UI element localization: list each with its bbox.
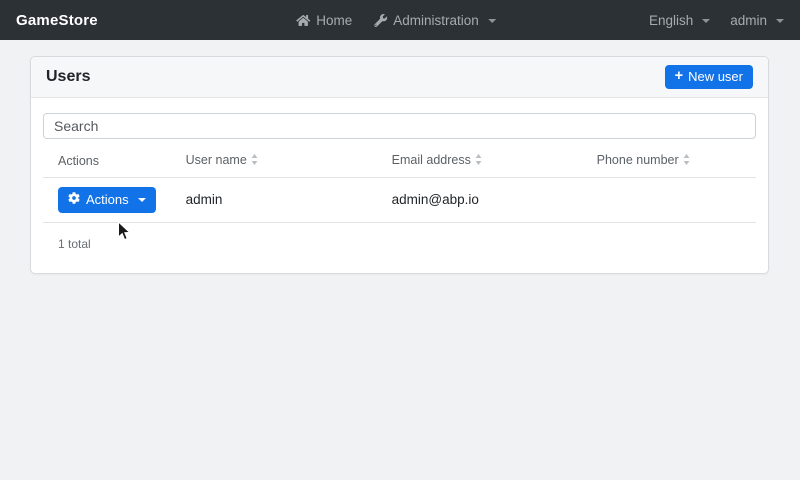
search-input[interactable] <box>43 113 756 139</box>
current-user-label: admin <box>730 12 767 28</box>
column-header-phone[interactable]: Phone number <box>581 145 756 178</box>
nav-item-label: Administration <box>393 12 479 28</box>
table-header-row: Actions User name Email address Phone nu… <box>43 145 756 178</box>
column-header-email[interactable]: Email address <box>376 145 582 178</box>
main-nav: Home Administration <box>296 13 496 28</box>
nav-item-home[interactable]: Home <box>296 13 352 28</box>
row-actions-label: Actions <box>86 192 129 207</box>
row-user-name: admin <box>170 177 377 223</box>
users-card-body: Actions User name Email address Phone nu… <box>31 98 768 273</box>
top-navbar: GameStore Home Administration English ad… <box>0 0 800 40</box>
language-dropdown[interactable]: English <box>648 12 711 28</box>
row-actions-button[interactable]: Actions <box>58 187 156 213</box>
row-email: admin@abp.io <box>376 177 582 223</box>
nav-item-administration[interactable]: Administration <box>374 13 496 28</box>
page-title: Users <box>46 68 91 85</box>
users-card: Users + New user Actions Use <box>30 56 769 274</box>
caret-down-icon <box>702 19 711 23</box>
row-actions-cell: Actions <box>43 177 171 223</box>
users-table: Actions User name Email address Phone nu… <box>43 145 756 223</box>
new-user-button[interactable]: + New user <box>664 64 753 90</box>
row-phone <box>581 177 756 223</box>
column-header-actions: Actions <box>43 145 171 178</box>
page-content: Users + New user Actions Use <box>0 40 800 274</box>
nav-item-label: Home <box>316 12 353 28</box>
caret-down-icon <box>137 198 146 203</box>
brand-logo[interactable]: GameStore <box>16 12 98 29</box>
new-user-button-label: New user <box>688 68 743 84</box>
total-count-label: 1 total <box>58 236 91 251</box>
language-label: English <box>648 12 694 28</box>
column-header-user-name[interactable]: User name <box>170 145 377 178</box>
wrench-icon <box>374 13 388 27</box>
sort-icon <box>251 154 258 168</box>
current-user-dropdown[interactable]: admin <box>730 13 784 28</box>
gear-icon <box>68 192 80 208</box>
navbar-right: English admin <box>649 13 784 28</box>
caret-down-icon <box>487 19 496 23</box>
sort-icon <box>683 154 690 168</box>
users-card-header: Users + New user <box>31 57 768 98</box>
table-row: Actions admin admin@abp.io <box>43 177 756 223</box>
caret-down-icon <box>776 19 784 23</box>
home-icon <box>296 14 311 27</box>
plus-icon: + <box>674 68 684 85</box>
sort-icon <box>475 154 482 168</box>
